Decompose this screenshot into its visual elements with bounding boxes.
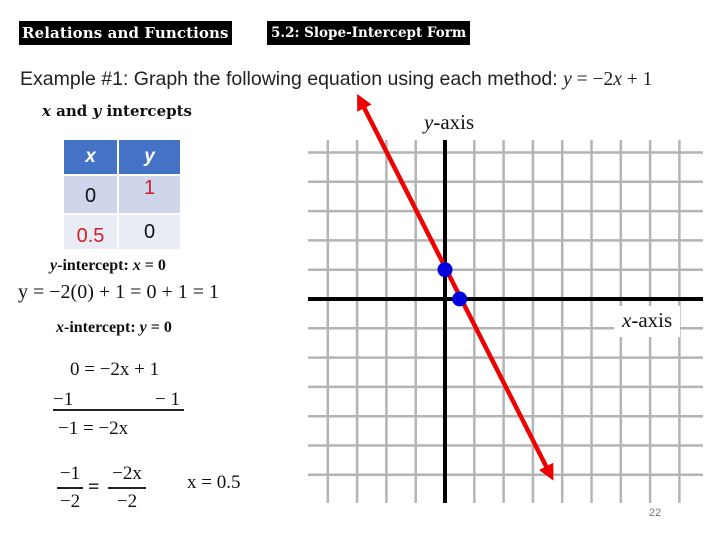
coordinate-graph: [308, 93, 703, 503]
page-number: 22: [649, 507, 662, 519]
x-axis-label: x-axis: [614, 306, 681, 337]
intercept-point: [452, 291, 468, 307]
axis-label-text: -axis: [433, 110, 475, 134]
axis-label-var: y: [424, 110, 434, 134]
intercept-point: [437, 262, 453, 278]
axis-label-text: -axis: [631, 308, 673, 332]
y-axis-label: y-axis: [424, 110, 474, 135]
axis-label-var: x: [622, 308, 632, 332]
